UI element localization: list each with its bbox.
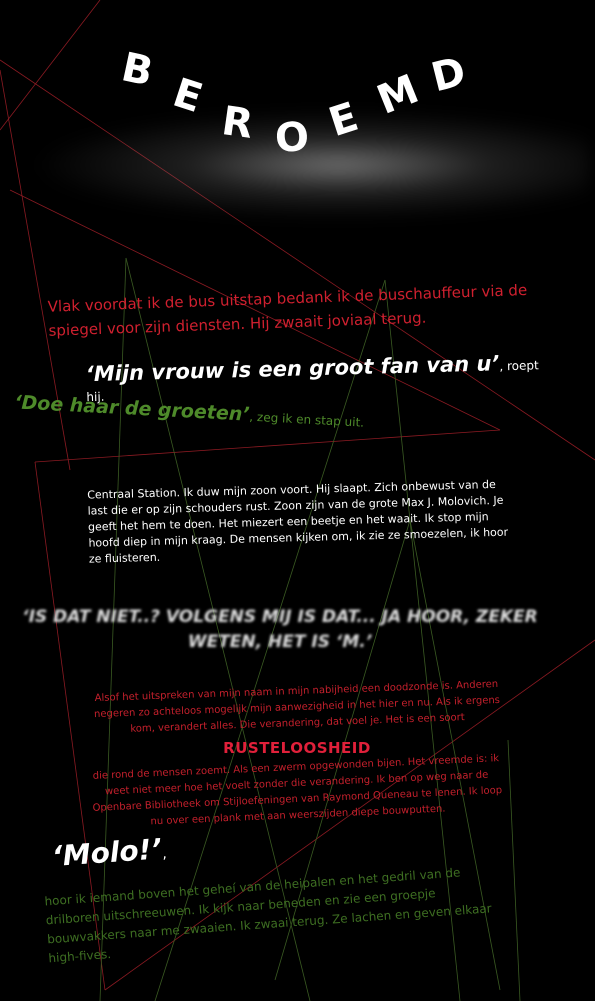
paragraph-restlessness: Alsof het uitspreken van mijn naam in mi… — [92, 679, 502, 827]
paragraph-restlessness-part-2: die rond de mensen zoemt. Als een zwerm … — [92, 753, 503, 828]
title-letter: O — [273, 113, 311, 163]
title-motion-blur — [30, 110, 590, 220]
paragraph-station: Centraal Station. Ik duw mijn zoon voort… — [87, 477, 509, 566]
paragraph-restlessness-part-1: Alsof het uitspreken van mijn naam in mi… — [93, 678, 501, 735]
title-letter: R — [218, 98, 256, 148]
page: B E R O E M D Vlak voordat ik de bus uit… — [0, 0, 595, 1001]
blurred-shout: ‘IS DAT NIET..? VOLGENS MIJ IS DAT... JA… — [22, 607, 538, 652]
